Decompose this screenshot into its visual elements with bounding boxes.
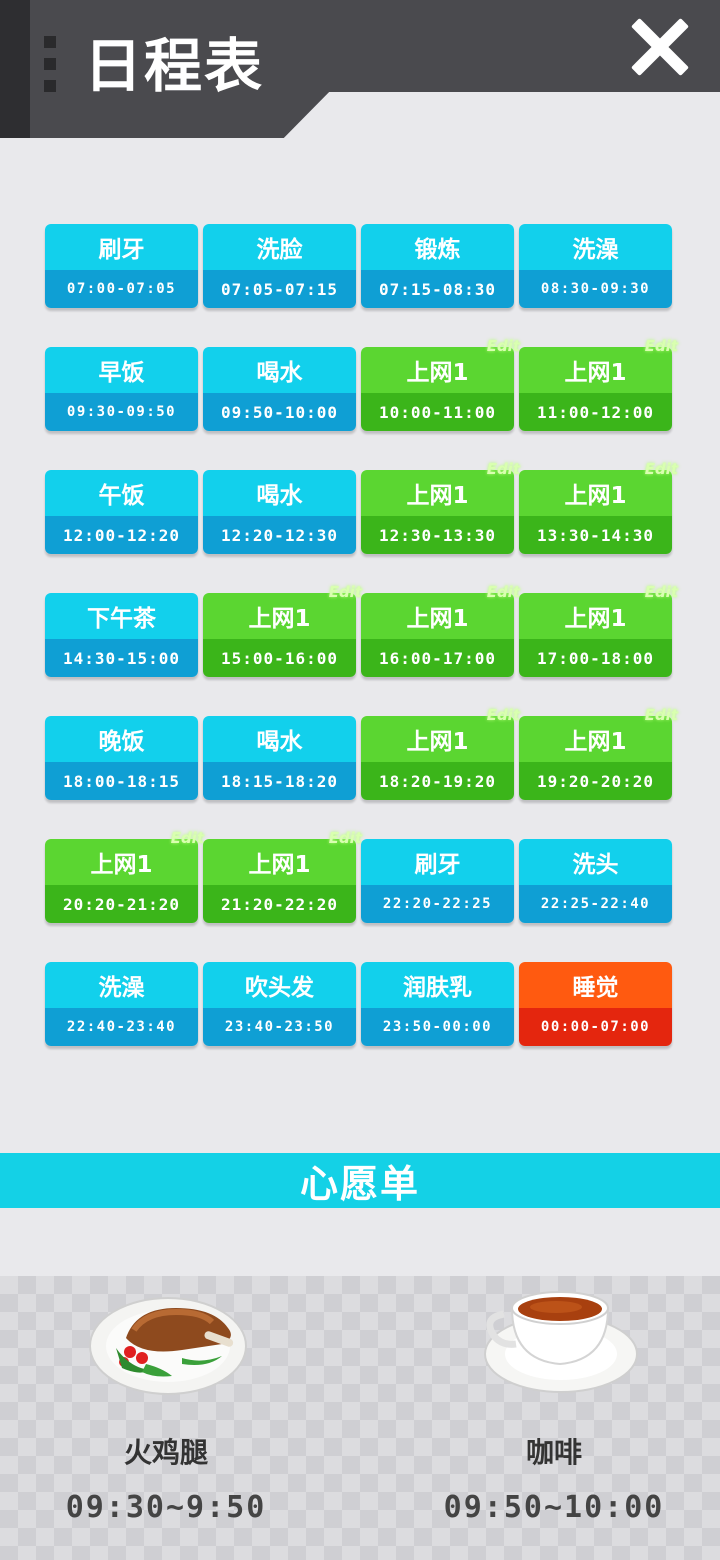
schedule-tile-time: 07:00-07:05 <box>45 270 198 308</box>
schedule-tile[interactable]: 上网1 12:30-13:30 Edit <box>361 460 520 554</box>
header-stripe <box>0 0 30 138</box>
wishlist-title: 心愿单 <box>0 1153 720 1208</box>
close-icon[interactable] <box>628 16 690 78</box>
schedule-tile-time: 10:00-11:00 <box>361 393 514 431</box>
schedule-tile-time: 17:00-18:00 <box>519 639 672 677</box>
schedule-tile-time: 09:30-09:50 <box>45 393 198 431</box>
edit-button[interactable]: Edit <box>487 337 520 355</box>
schedule-tile-time: 13:30-14:30 <box>519 516 672 554</box>
schedule-tile[interactable]: 上网1 21:20-22:20 Edit <box>203 829 362 923</box>
schedule-tile[interactable]: 洗澡 08:30-09:30 <box>519 224 672 308</box>
schedule-grid: 刷牙 07:00-07:05 洗脸 07:05-07:15 锻炼 07:15-08:30 洗… <box>45 224 678 1046</box>
schedule-tile-label: 早饭 <box>45 347 198 393</box>
schedule-tile-label: 晚饭 <box>45 716 198 762</box>
schedule-tile-time: 08:30-09:30 <box>519 270 672 308</box>
schedule-tile-label: 润肤乳 <box>361 962 514 1008</box>
edit-button[interactable]: Edit <box>487 706 520 724</box>
schedule-tile-time: 18:15-18:20 <box>203 762 356 800</box>
schedule-tile[interactable]: 洗澡 22:40-23:40 <box>45 962 198 1046</box>
schedule-tile-label: 喝水 <box>203 470 356 516</box>
edit-button[interactable]: Edit <box>645 337 678 355</box>
schedule-tile[interactable]: 上网1 20:20-21:20 Edit <box>45 829 204 923</box>
schedule-tile[interactable]: 喝水 18:15-18:20 <box>203 716 356 800</box>
edit-button[interactable]: Edit <box>645 460 678 478</box>
schedule-tile-time: 00:00-07:00 <box>519 1008 672 1046</box>
schedule-tile[interactable]: 晚饭 18:00-18:15 <box>45 716 198 800</box>
schedule-tile-label: 刷牙 <box>45 224 198 270</box>
schedule-tile-label: 下午茶 <box>45 593 198 639</box>
schedule-tile-time: 12:00-12:20 <box>45 516 198 554</box>
schedule-tile-label: 刷牙 <box>361 839 514 885</box>
page-title: 日程表 <box>84 32 265 100</box>
schedule-tile-label: 喝水 <box>203 347 356 393</box>
coffee-cup-icon <box>484 1291 638 1393</box>
drag-handle-icon <box>44 36 56 92</box>
schedule-tile[interactable]: 洗头 22:25-22:40 <box>519 839 672 923</box>
schedule-tile-label: 吹头发 <box>203 962 356 1008</box>
schedule-tile[interactable]: 润肤乳 23:50-00:00 <box>361 962 514 1046</box>
schedule-tile-time: 07:15-08:30 <box>361 270 514 308</box>
header: 日程表 <box>0 0 720 140</box>
schedule-tile[interactable]: 喝水 09:50-10:00 <box>203 347 356 431</box>
schedule-tile-time: 12:30-13:30 <box>361 516 514 554</box>
schedule-tile-time: 18:20-19:20 <box>361 762 514 800</box>
edit-button[interactable]: Edit <box>487 583 520 601</box>
schedule-tile[interactable]: 上网1 17:00-18:00 Edit <box>519 583 678 677</box>
wishlist-item-turkey[interactable]: 火鸡腿 09:30~9:50 <box>36 1276 296 1560</box>
schedule-tile-time: 23:50-00:00 <box>361 1008 514 1046</box>
edit-button[interactable]: Edit <box>645 583 678 601</box>
schedule-tile-time: 14:30-15:00 <box>45 639 198 677</box>
schedule-tile[interactable]: 上网1 16:00-17:00 Edit <box>361 583 520 677</box>
wishlist-item-coffee[interactable]: 咖啡 09:50~10:00 <box>424 1276 684 1560</box>
schedule-tile-time: 21:20-22:20 <box>203 885 356 923</box>
wishlist-item-name: 咖啡 <box>525 1436 582 1469</box>
edit-button[interactable]: Edit <box>329 829 362 847</box>
schedule-tile[interactable]: 洗脸 07:05-07:15 <box>203 224 356 308</box>
schedule-tile-time: 18:00-18:15 <box>45 762 198 800</box>
schedule-tile[interactable]: 上网1 13:30-14:30 Edit <box>519 460 678 554</box>
schedule-tile[interactable]: 下午茶 14:30-15:00 <box>45 593 198 677</box>
schedule-tile-label: 洗脸 <box>203 224 356 270</box>
schedule-tile[interactable]: 喝水 12:20-12:30 <box>203 470 356 554</box>
schedule-tile-time: 09:50-10:00 <box>203 393 356 431</box>
schedule-tile-label: 洗澡 <box>519 224 672 270</box>
schedule-tile[interactable]: 午饭 12:00-12:20 <box>45 470 198 554</box>
schedule-tile-time: 23:40-23:50 <box>203 1008 356 1046</box>
schedule-tile[interactable]: 上网1 18:20-19:20 Edit <box>361 706 520 800</box>
edit-button[interactable]: Edit <box>645 706 678 724</box>
edit-button[interactable]: Edit <box>171 829 204 847</box>
schedule-tile-time: 22:25-22:40 <box>519 885 672 923</box>
schedule-tile-time: 12:20-12:30 <box>203 516 356 554</box>
schedule-tile-time: 11:00-12:00 <box>519 393 672 431</box>
schedule-tile-time: 19:20-20:20 <box>519 762 672 800</box>
edit-button[interactable]: Edit <box>329 583 362 601</box>
schedule-tile-label: 洗澡 <box>45 962 198 1008</box>
schedule-tile[interactable]: 上网1 10:00-11:00 Edit <box>361 337 520 431</box>
schedule-tile[interactable]: 上网1 11:00-12:00 Edit <box>519 337 678 431</box>
schedule-tile[interactable]: 上网1 15:00-16:00 Edit <box>203 583 362 677</box>
wishlist-item-name: 火鸡腿 <box>123 1436 208 1469</box>
schedule-tile-label: 睡觉 <box>519 962 672 1008</box>
schedule-tile-time: 22:20-22:25 <box>361 885 514 923</box>
schedule-tile-label: 锻炼 <box>361 224 514 270</box>
turkey-leg-icon <box>89 1297 247 1395</box>
schedule-tile[interactable]: 上网1 19:20-20:20 Edit <box>519 706 678 800</box>
schedule-tile-time: 16:00-17:00 <box>361 639 514 677</box>
schedule-tile-label: 喝水 <box>203 716 356 762</box>
schedule-tile-time: 15:00-16:00 <box>203 639 356 677</box>
schedule-tile[interactable]: 睡觉 00:00-07:00 <box>519 962 672 1046</box>
schedule-tile-label: 洗头 <box>519 839 672 885</box>
schedule-tile[interactable]: 吹头发 23:40-23:50 <box>203 962 356 1046</box>
wishlist-item-time: 09:30~9:50 <box>65 1490 267 1525</box>
wishlist-item-time: 09:50~10:00 <box>443 1490 665 1525</box>
edit-button[interactable]: Edit <box>487 460 520 478</box>
schedule-tile-time: 22:40-23:40 <box>45 1008 198 1046</box>
schedule-tile-label: 午饭 <box>45 470 198 516</box>
schedule-tile-time: 20:20-21:20 <box>45 885 198 923</box>
schedule-tile-time: 07:05-07:15 <box>203 270 356 308</box>
schedule-tile[interactable]: 刷牙 22:20-22:25 <box>361 839 514 923</box>
schedule-tile[interactable]: 早饭 09:30-09:50 <box>45 347 198 431</box>
schedule-tile[interactable]: 锻炼 07:15-08:30 <box>361 224 514 308</box>
schedule-tile[interactable]: 刷牙 07:00-07:05 <box>45 224 198 308</box>
